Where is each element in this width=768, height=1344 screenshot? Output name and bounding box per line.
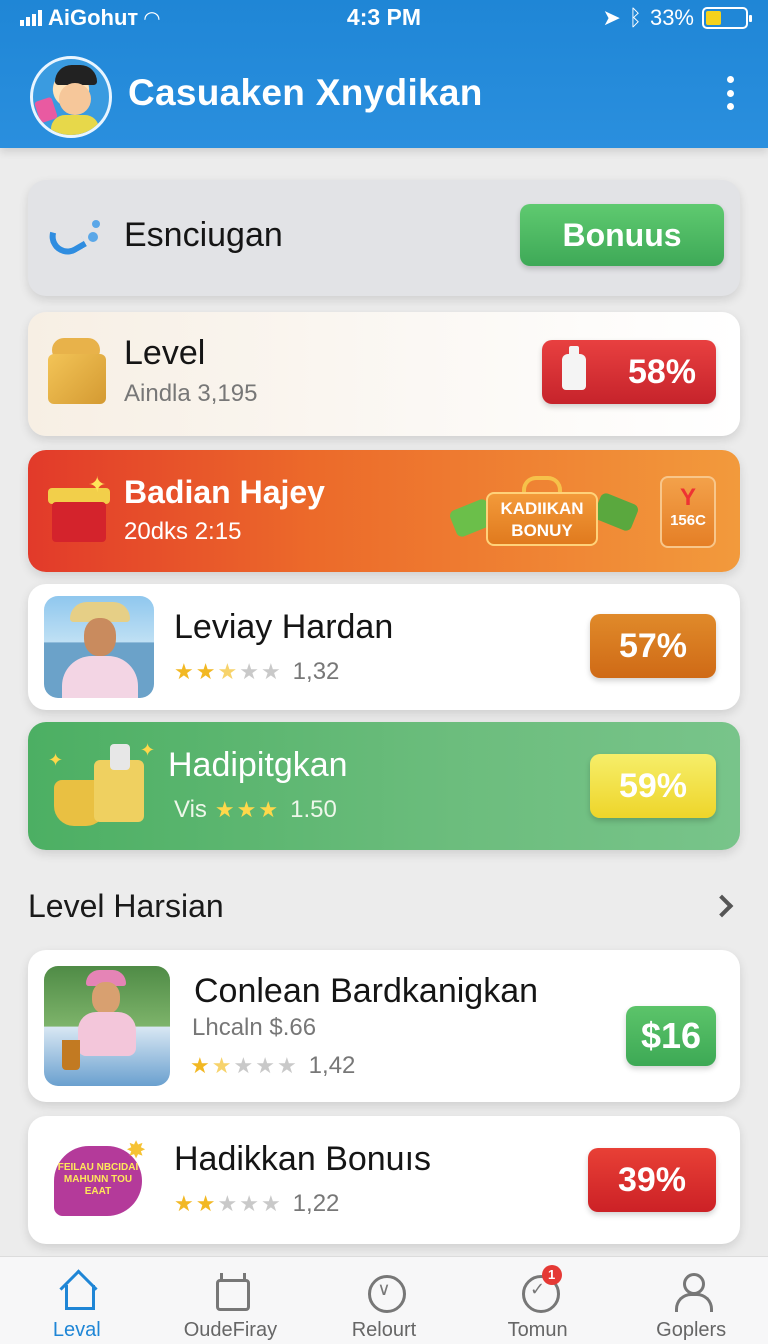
rating-count: 1,32: [292, 658, 340, 685]
nav-label: Goplers: [656, 1319, 727, 1341]
star-icon: ★: [233, 1053, 254, 1078]
more-menu-icon[interactable]: [724, 76, 736, 110]
promo-label-line2: BONUY: [511, 521, 573, 540]
star-icon: ★: [258, 797, 279, 822]
speech-bubble-icon: FEILAU NBCIDAI MAHUNN TOU EAAT ✸: [50, 1136, 150, 1226]
check-icon: 1: [518, 1265, 562, 1313]
price-badge[interactable]: $16: [626, 1006, 716, 1066]
bluetooth-icon: ᛒ: [628, 5, 642, 30]
hadipit-rating: Vis ★ ★ ★ 1.50: [174, 796, 337, 824]
status-right: ➤ ᛒ 33%: [602, 5, 752, 31]
star-icon: ★: [174, 1191, 194, 1216]
chevron-right-icon[interactable]: [708, 890, 738, 920]
battery-icon: [702, 7, 752, 29]
promo-mini-tag[interactable]: Y 156C: [660, 476, 716, 548]
man-garden-photo: [44, 966, 170, 1086]
gift-icon: ✦: [44, 472, 114, 546]
rating-count: 1,42: [308, 1052, 356, 1079]
star-icon: ★: [190, 1053, 210, 1078]
notification-badge: 1: [541, 1265, 562, 1285]
star-icon: ★: [239, 659, 259, 684]
list-item-rating: ★ ★ ★ ★ ★ 1,22: [174, 1190, 339, 1218]
hadipit-card[interactable]: ✦ ✦ Hadipitgkan Vis ★ ★ ★ 1.50 59%: [28, 722, 740, 850]
list-item-title: Conlean Bardkanigkan: [194, 972, 539, 1010]
percent-badge[interactable]: 39%: [588, 1148, 716, 1212]
star-icon: ★: [214, 797, 235, 822]
star-icon: ★: [260, 659, 281, 684]
level-card[interactable]: Level Aindla 3,195 58%: [28, 312, 740, 436]
promo-card[interactable]: ✦ Badian Hajey 20dks 2:15 KADIIKAN BONUY…: [28, 450, 740, 572]
basket-icon: ✦ ✦: [48, 740, 160, 836]
star-icon: ★: [236, 797, 257, 822]
list-item-title: Hadikkan Bonuıs: [174, 1140, 432, 1178]
nav-item-home[interactable]: Leval: [0, 1257, 154, 1344]
rating-prefix: Vis: [174, 796, 207, 823]
avatar[interactable]: [30, 56, 112, 138]
man-photo: [44, 596, 154, 698]
leviay-rating: ★ ★ ★ ★ ★ 1,32: [174, 658, 339, 686]
level-card-title: Level: [124, 334, 206, 372]
bottom-nav: Leval OudeFiray Relourt 1 Tomun Goplers: [0, 1256, 768, 1344]
page-title: Casuaken Xnydikan: [128, 72, 483, 113]
rating-count: 1,22: [292, 1190, 340, 1217]
nav-label: OudeFiray: [183, 1319, 278, 1341]
level-percent-text: 58%: [627, 352, 696, 391]
promo-mini-tag-text: 156C: [670, 512, 706, 529]
app-header: AiGohuт ◠ 4:3 PM ➤ ᛒ 33% Casuaken Xnydik…: [0, 0, 768, 148]
star-icon: ★: [211, 1053, 232, 1078]
list-item[interactable]: Conlean Bardkanigkan Lhcaln $.66 ★ ★ ★ ★ ★ 1…: [28, 950, 740, 1102]
star-icon: ★: [260, 1191, 281, 1216]
bonus-card: Esnciugan Bonuus: [28, 180, 740, 296]
level-percent-badge[interactable]: 58%: [542, 340, 716, 404]
leviay-card[interactable]: Leviay Hardan ★ ★ ★ ★ ★ 1,32 57%: [28, 584, 740, 710]
section-title: Level Harsian: [28, 888, 224, 924]
tag-y-icon: Y: [679, 484, 696, 511]
list-item[interactable]: FEILAU NBCIDAI MAHUNN TOU EAAT ✸ Hadikka…: [28, 1116, 740, 1244]
promo-card-subtitle: 20dks 2:15: [124, 518, 242, 545]
nav-label: Tomun: [507, 1319, 568, 1341]
list-item-subtitle: Lhcaln $.66: [192, 1014, 317, 1041]
level-card-subtitle: Aindla 3,195: [124, 380, 258, 407]
star-icon: ★: [255, 1053, 275, 1078]
promo-card-title: Badian Hajey: [124, 474, 325, 510]
leviay-card-title: Leviay Hardan: [174, 608, 394, 646]
user-icon: [671, 1271, 714, 1312]
promo-label-line1: KADIIKAN: [500, 499, 584, 518]
calendar-icon: [210, 1271, 251, 1311]
nav-item-tomun[interactable]: 1 Tomun: [461, 1257, 615, 1344]
star-icon: ★: [217, 1191, 238, 1216]
bonus-button[interactable]: Bonuus: [520, 204, 724, 266]
bottle-icon: [562, 346, 586, 390]
nav-label: Relourt: [351, 1319, 417, 1341]
status-bar: AiGohuт ◠ 4:3 PM ➤ ᛒ 33%: [0, 0, 768, 36]
hadipit-percent-badge[interactable]: 59%: [590, 754, 716, 818]
nav-item-relourt[interactable]: Relourt: [307, 1257, 461, 1344]
star-icon: ★: [239, 1191, 259, 1216]
rating-count: 1.50: [290, 796, 337, 823]
circle-icon: [364, 1271, 406, 1313]
star-icon: ★: [217, 659, 238, 684]
battery-percent: 33%: [649, 5, 694, 30]
nav-item-profile[interactable]: Goplers: [614, 1257, 768, 1344]
star-icon: ★: [174, 659, 194, 684]
home-icon: [57, 1271, 97, 1311]
bonus-card-title: Esnciugan: [124, 216, 283, 254]
gift-right-icon: [592, 491, 640, 533]
star-icon: ★: [276, 1053, 297, 1078]
list-item-rating: ★ ★ ★ ★ ★ 1,42: [190, 1052, 355, 1080]
leviay-percent-badge[interactable]: 57%: [590, 614, 716, 678]
star-icon: ★: [195, 1191, 216, 1216]
box-icon: [46, 334, 108, 408]
promo-label: KADIIKAN BONUY: [486, 492, 598, 546]
phone-icon: [43, 214, 106, 262]
hadipit-card-title: Hadipitgkan: [168, 746, 348, 784]
nav-item-calendar[interactable]: OudeFiray: [154, 1257, 308, 1344]
promo-bonus-graphic[interactable]: KADIIKAN BONUY: [444, 468, 644, 552]
nav-label: Leval: [52, 1319, 101, 1341]
star-icon: ★: [195, 659, 216, 684]
location-icon: ➤: [602, 5, 621, 30]
